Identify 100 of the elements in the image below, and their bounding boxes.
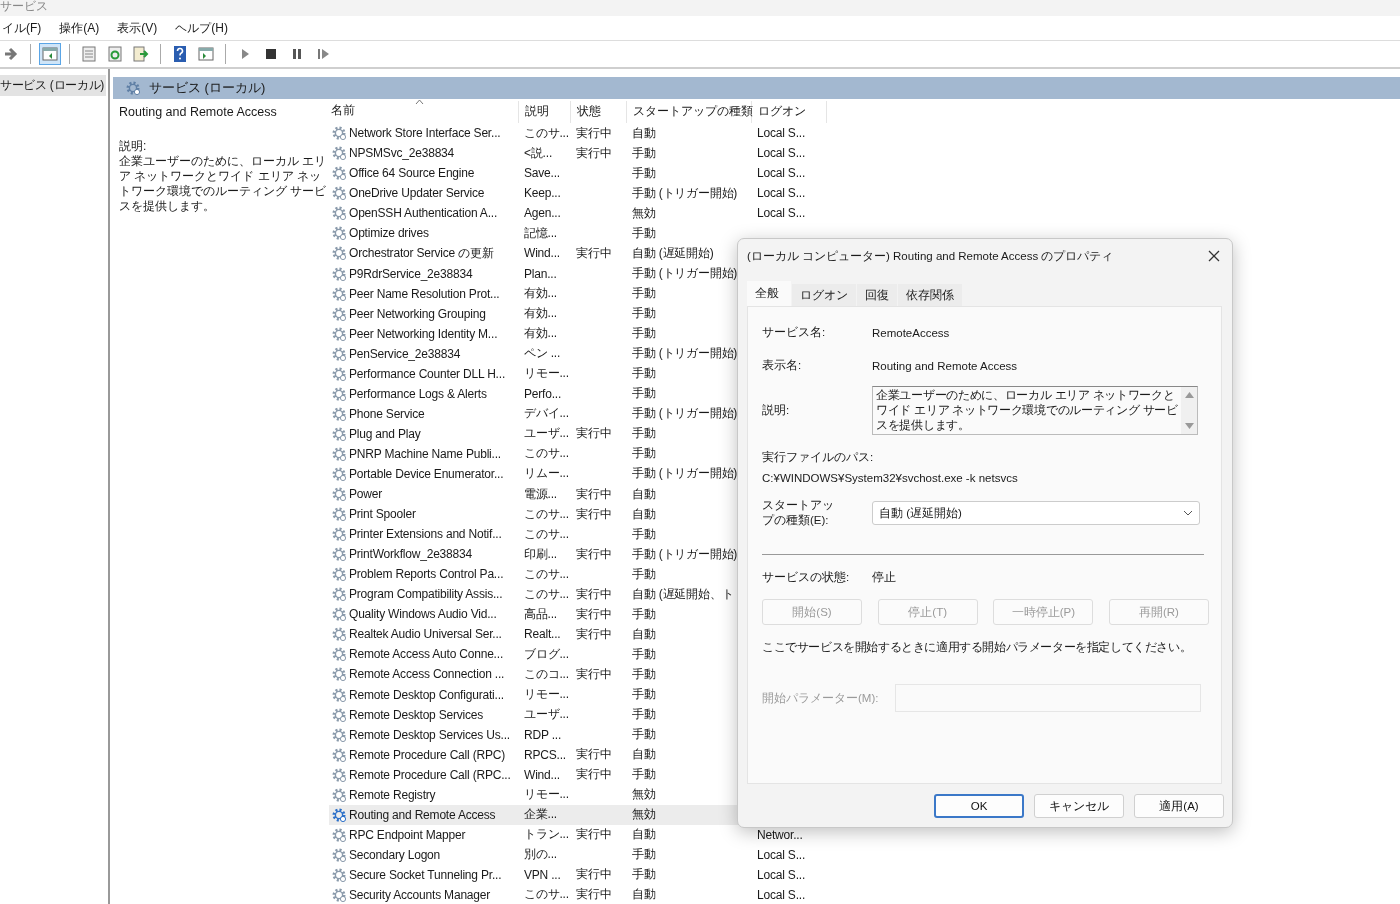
service-name: Peer Name Resolution Prot... bbox=[349, 286, 500, 301]
column-header[interactable]: 状態 bbox=[571, 101, 627, 124]
menu-item[interactable]: 操作(A) bbox=[57, 19, 102, 37]
gear-icon bbox=[331, 786, 347, 803]
table-cell: 手動 bbox=[632, 666, 656, 681]
gear-icon bbox=[331, 606, 347, 623]
gear-icon bbox=[331, 486, 347, 503]
tab[interactable]: 回復 bbox=[857, 284, 897, 306]
panel-icon bbox=[198, 46, 214, 62]
table-cell: Plan... bbox=[524, 266, 557, 281]
service-name: Phone Service bbox=[349, 406, 425, 421]
table-row[interactable]: NPSMSvc_2e38834 <説... 実行中 手動 Local S... bbox=[329, 143, 827, 164]
table-cell: 実行中 bbox=[576, 546, 612, 561]
table-cell: 実行中 bbox=[576, 125, 612, 140]
table-cell: 電源... bbox=[524, 486, 557, 501]
table-row[interactable]: Office 64 Source Engine Save... 手動 Local S... bbox=[329, 163, 827, 184]
table-cell: Wind... bbox=[524, 246, 560, 261]
table-cell: Local S... bbox=[757, 146, 806, 161]
field-label: 実行ファイルのパス: bbox=[762, 450, 875, 465]
table-cell: 手動 bbox=[632, 225, 656, 240]
table-row[interactable]: Network Store Interface Ser... このサ... 実行中 自動 Local S... bbox=[329, 123, 827, 144]
table-cell: ペン ... bbox=[524, 346, 561, 361]
gear-icon bbox=[331, 285, 347, 302]
table-row[interactable]: Optimize drives 記憶... 手動 bbox=[329, 223, 827, 244]
table-cell: 手動 bbox=[632, 426, 656, 441]
service-name: Secondary Logon bbox=[349, 847, 441, 862]
gear-icon bbox=[331, 185, 347, 202]
table-cell: 実行中 bbox=[576, 245, 612, 260]
table-row[interactable]: Remote Access Connection ... このコ... 実行中 手動 bbox=[329, 664, 827, 685]
table-cell: Local S... bbox=[757, 847, 806, 862]
field-label: スタートアップの種類(E): bbox=[762, 498, 835, 528]
tab[interactable]: ログオン bbox=[792, 284, 856, 306]
table-cell: 手動 bbox=[632, 767, 656, 782]
table-cell: 印刷... bbox=[524, 546, 557, 561]
table-row[interactable]: OpenSSH Authentication A... Agen... 無効 Local S... bbox=[329, 203, 827, 224]
table-row[interactable]: Secure Socket Tunneling Pr... VPN ... 実行中 手動 Local S... bbox=[329, 864, 827, 885]
table-cell: 実行中 bbox=[576, 887, 612, 902]
menu-item[interactable]: ヘルプ(H) bbox=[173, 19, 230, 37]
table-cell: ブログ... bbox=[524, 646, 569, 661]
description-box[interactable]: 企業ユーザーのために、ローカル エリア ネットワークとワイド エリア ネットワーク環境でのルーティング サービスを提供します。 bbox=[872, 386, 1198, 435]
column-header[interactable]: スタートアップの種類 bbox=[627, 101, 752, 124]
dialog-button[interactable]: キャンセル bbox=[1034, 794, 1124, 818]
export-icon bbox=[133, 46, 149, 62]
gear-icon bbox=[331, 365, 347, 382]
service-name: Realtek Audio Universal Ser... bbox=[349, 627, 502, 642]
service-name: Performance Counter DLL H... bbox=[349, 366, 506, 381]
service-name: PenService_2e38834 bbox=[349, 346, 461, 361]
chevron-icon bbox=[1183, 510, 1193, 516]
table-row[interactable]: Secondary Logon 別の... 手動 Local S... bbox=[329, 844, 827, 865]
dialog-button[interactable]: 適用(A) bbox=[1134, 794, 1224, 818]
column-header[interactable]: ログオン bbox=[752, 101, 827, 124]
table-cell: 手動 bbox=[632, 366, 656, 381]
table-cell: <説... bbox=[524, 145, 552, 160]
table-row[interactable]: Plug and Play ユーザ... 実行中 手動 bbox=[329, 423, 827, 444]
table-cell: Local S... bbox=[757, 126, 806, 141]
table-cell: 自動 bbox=[632, 486, 656, 501]
tree-item[interactable]: サービス (ローカル) bbox=[0, 75, 106, 96]
menu-item[interactable]: 表示(V) bbox=[115, 19, 160, 37]
table-cell: このサ... bbox=[524, 586, 569, 601]
table-cell: 手動 bbox=[632, 606, 656, 621]
menu-item[interactable]: イル(F) bbox=[0, 19, 44, 37]
table-row[interactable]: Remote Desktop Services Us... RDP ... 手動 bbox=[329, 724, 827, 745]
table-cell: 手動 bbox=[632, 306, 656, 321]
table-cell: ユーザ... bbox=[524, 426, 569, 441]
service-name: Remote Desktop Services Us... bbox=[349, 727, 510, 742]
table-cell: 自動 (遅延開始、ト bbox=[632, 586, 734, 601]
table-cell: 自動 bbox=[632, 506, 656, 521]
startup-dropdown[interactable]: 自動 (遅延開始) bbox=[872, 501, 1200, 525]
table-cell: 手動 bbox=[632, 727, 656, 742]
gear-icon bbox=[331, 806, 347, 823]
table-row[interactable]: Remote Procedure Call (RPC) RPCS... 実行中 自動 bbox=[329, 744, 827, 765]
table-cell: 手動 bbox=[632, 867, 656, 882]
table-cell: 自動 (遅延開始) bbox=[632, 245, 714, 260]
table-cell: 手動 bbox=[632, 145, 656, 160]
table-row[interactable]: Security Accounts Manager このサ... 実行中 自動 Local S... bbox=[329, 884, 827, 904]
tab[interactable]: 依存関係 bbox=[898, 284, 962, 306]
table-cell: 手動 bbox=[632, 526, 656, 541]
table-row[interactable]: OneDrive Updater Service Keep... 手動 (トリガー開始) Local S... bbox=[329, 183, 827, 204]
gear-icon bbox=[331, 626, 347, 643]
table-row[interactable]: Remote Procedure Call (RPC... Wind... 実行中 手動 bbox=[329, 764, 827, 785]
table-cell: 実行中 bbox=[576, 486, 612, 501]
table-row[interactable]: Remote Desktop Services ユーザ... 手動 bbox=[329, 704, 827, 725]
table-cell: 実行中 bbox=[576, 586, 612, 601]
table-row[interactable]: RPC Endpoint Mapper トラン... 実行中 自動 Networ... bbox=[329, 824, 827, 845]
table-row[interactable]: Performance Logs & Alerts Perfo... 手動 bbox=[329, 383, 827, 404]
column-header[interactable]: 説明 bbox=[519, 101, 571, 124]
column-header[interactable]: 名前 bbox=[329, 101, 519, 124]
gear-icon bbox=[331, 145, 347, 162]
table-row[interactable]: Remote Registry リモー... 無効 bbox=[329, 784, 827, 805]
service-name: Optimize drives bbox=[349, 226, 429, 241]
dialog-button[interactable]: OK bbox=[934, 794, 1024, 818]
tab[interactable]: 全般 bbox=[747, 281, 791, 306]
service-name: Remote Desktop Configurati... bbox=[349, 687, 504, 702]
table-row[interactable]: P9RdrService_2e38834 Plan... 手動 (トリガー開始) bbox=[329, 263, 827, 284]
gear-icon bbox=[331, 165, 347, 182]
gear-icon bbox=[331, 546, 347, 563]
stop-icon bbox=[263, 46, 279, 62]
table-row[interactable]: PrintWorkflow_2e38834 印刷... 実行中 手動 (トリガー開始) bbox=[329, 544, 827, 565]
table-row[interactable]: Peer Networking Grouping 有効... 手動 bbox=[329, 303, 827, 324]
table-cell: 高品... bbox=[524, 606, 557, 621]
